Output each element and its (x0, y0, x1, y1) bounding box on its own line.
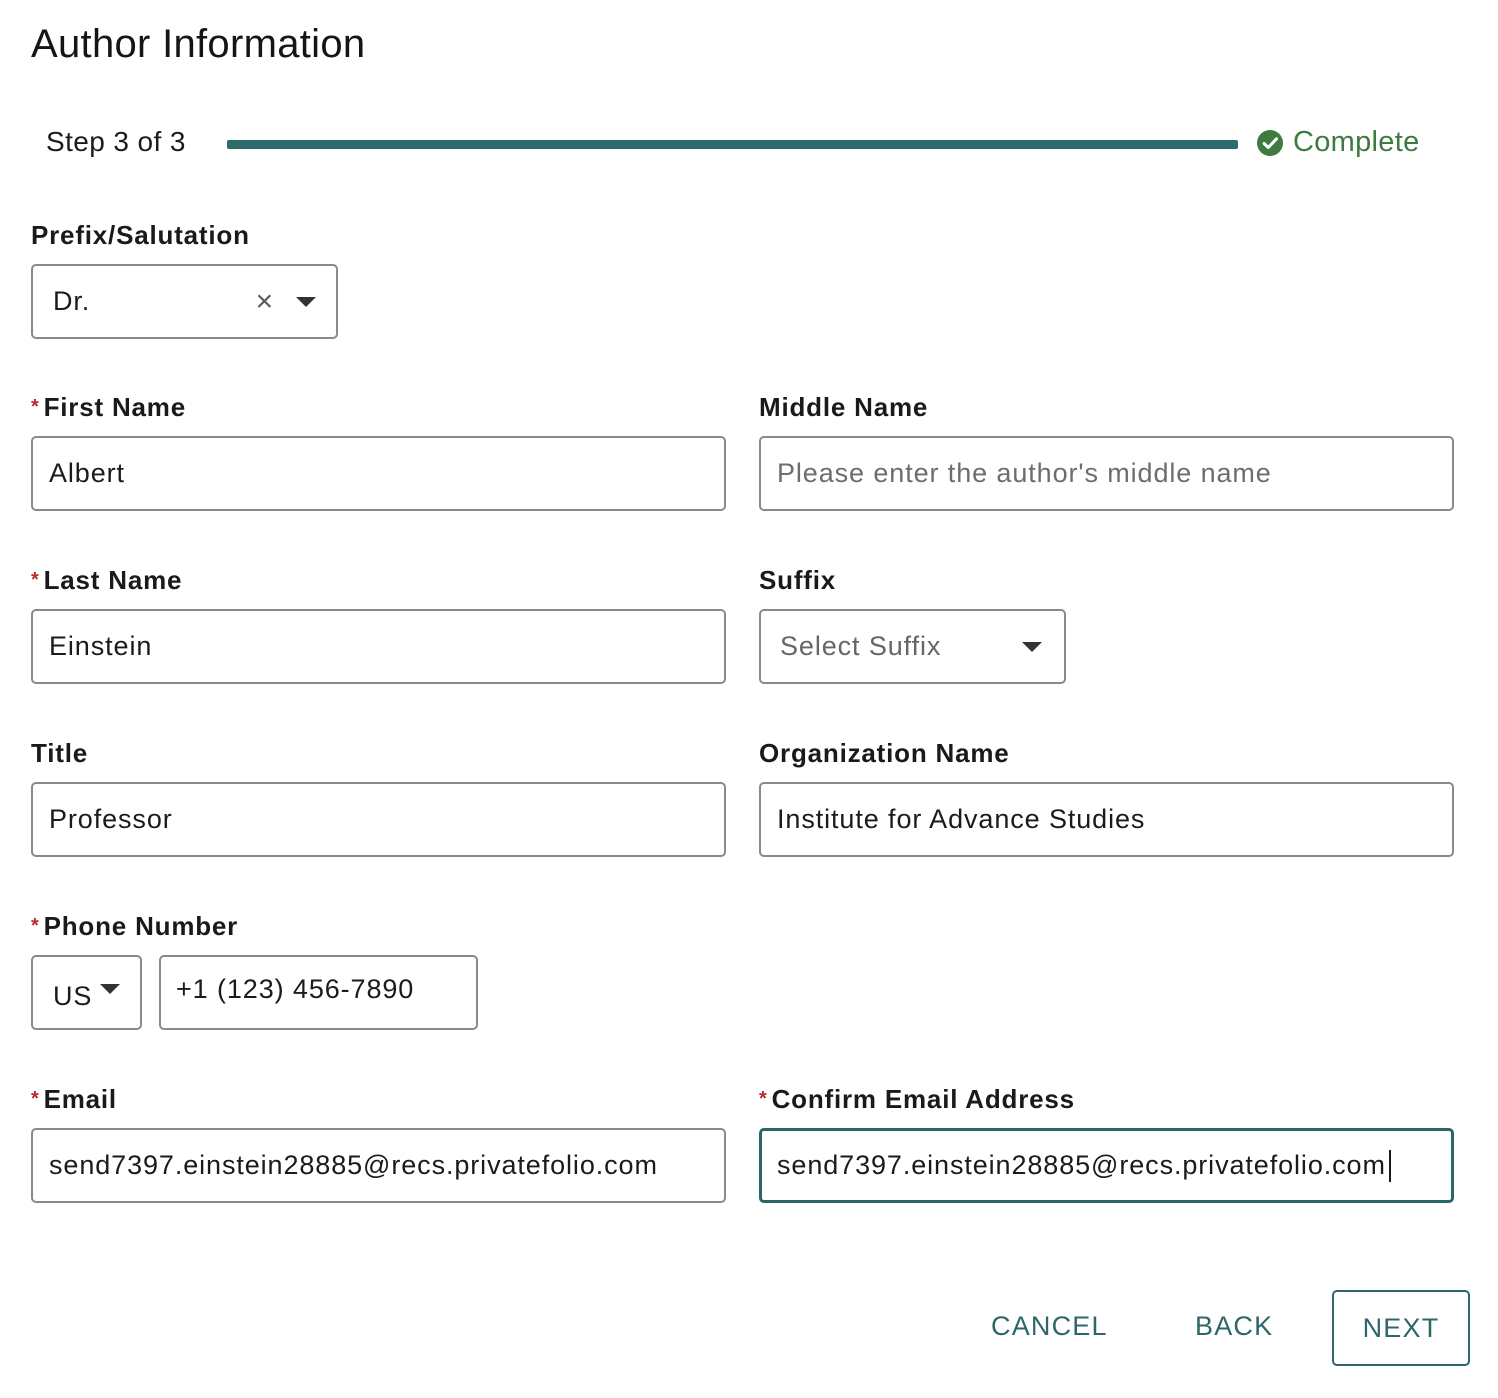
prefix-value: Dr. (53, 286, 91, 316)
organization-label: Organization Name (759, 738, 1010, 768)
page-title: Author Information (31, 22, 366, 66)
confirm-email-label: * Confirm Email Address (759, 1084, 1075, 1114)
last-name-label: * Last Name (31, 565, 183, 595)
phone-field[interactable]: +1 (123) 456-7890 (159, 955, 478, 1030)
required-marker: * (31, 396, 40, 418)
required-marker: * (31, 1088, 40, 1110)
prefix-select[interactable]: Dr. × (31, 264, 338, 339)
next-button[interactable]: NEXT (1332, 1290, 1470, 1366)
check-circle-icon (1256, 129, 1284, 157)
phone-label: * Phone Number (31, 911, 239, 941)
title-field[interactable]: Professor (31, 782, 726, 857)
progress-bar-fill (227, 140, 1238, 149)
required-marker: * (759, 1088, 768, 1110)
back-button[interactable]: BACK (1195, 1311, 1273, 1342)
title-label: Title (31, 738, 88, 768)
last-name-field[interactable]: Einstein (31, 609, 726, 684)
required-marker: * (31, 569, 40, 591)
email-label: * Email (31, 1084, 117, 1114)
middle-name-label: Middle Name (759, 392, 929, 422)
close-icon[interactable]: × (256, 286, 274, 317)
first-name-label: * First Name (31, 392, 186, 422)
complete-label: Complete (1293, 126, 1420, 158)
text-cursor (1388, 1149, 1391, 1182)
email-field[interactable]: send7397.einstein28885@recs.privatefolio… (31, 1128, 726, 1203)
chevron-down-icon[interactable] (296, 296, 316, 307)
suffix-label: Suffix (759, 565, 837, 595)
organization-field[interactable]: Institute for Advance Studies (759, 782, 1454, 857)
complete-status: Complete (1256, 126, 1420, 159)
first-name-field[interactable]: Albert (31, 436, 726, 511)
progress-bar (227, 140, 1238, 149)
chevron-down-icon[interactable] (100, 983, 120, 994)
suffix-select[interactable]: Select Suffix (759, 609, 1066, 684)
confirm-email-field[interactable]: send7397.einstein28885@recs.privatefolio… (759, 1128, 1454, 1203)
chevron-down-icon[interactable] (1022, 641, 1042, 652)
middle-name-field[interactable]: Please enter the author's middle name (759, 436, 1454, 511)
country-code-select[interactable]: US (31, 955, 142, 1030)
step-indicator: Step 3 of 3 (46, 126, 186, 157)
cancel-button[interactable]: CANCEL (991, 1311, 1108, 1342)
required-marker: * (31, 915, 40, 937)
prefix-label: Prefix/Salutation (31, 220, 250, 250)
